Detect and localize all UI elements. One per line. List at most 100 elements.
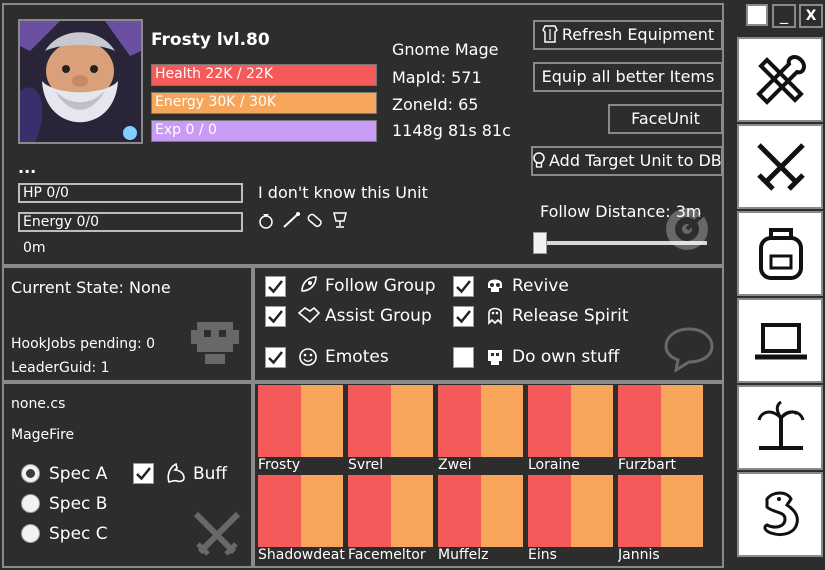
party-member-energy [571,385,613,457]
party-member-tile[interactable]: Facemeltor [348,475,433,563]
party-member-tile[interactable]: Eins [528,475,613,563]
party-member-energy [661,475,703,547]
buff-label: Buff [193,464,228,484]
nav-travel-button[interactable] [737,385,823,470]
refresh-equipment-label: Refresh Equipment [561,25,715,44]
release-spirit-checkbox[interactable] [453,306,474,327]
party-member-name: Zwei [438,457,472,473]
party-member-tile[interactable]: Muffelz [438,475,523,563]
party-member-health [348,385,391,457]
party-member-health [618,475,661,547]
rocket-icon [298,275,318,299]
exp-bar-track: Exp 0 / 0 [151,120,377,142]
health-bar-track: Health 22K / 22K [151,64,377,86]
buff-checkbox[interactable] [133,463,154,484]
assist-group-checkbox[interactable] [265,306,286,327]
equip-better-items-button[interactable]: Equip all better Items [533,62,723,92]
window-restore-button[interactable] [746,4,768,26]
crossed-swords-icon [757,143,805,191]
party-member-health [528,475,571,547]
ghost-icon [485,305,505,329]
robot-icon [485,346,505,370]
party-member-energy [301,385,343,457]
slider-thumb[interactable] [533,232,547,254]
combat-file: none.cs [11,396,66,412]
nav-computer-button[interactable] [737,298,823,383]
nav-combat-button[interactable] [737,124,823,209]
target-icons [258,210,358,230]
class-race: Gnome Mage [392,40,499,59]
nav-inventory-button[interactable] [737,211,823,296]
party-member-tile[interactable]: Shadowdeath [258,475,346,563]
zone-id: ZoneId: 65 [392,95,479,114]
party-member-tile[interactable]: Svrel [348,385,433,473]
party-member-tile[interactable]: Furzbart [618,385,703,473]
add-target-label: Add Target Unit to DB [549,151,722,170]
emotes-label: Emotes [325,347,389,367]
map-id: MapId: 571 [392,68,482,87]
party-member-health [348,475,391,547]
bandage-icon [307,213,322,228]
revive-label: Revive [512,276,569,296]
target-distance: 0m [23,240,46,256]
party-member-tile[interactable]: Zwei [438,385,523,473]
target-name: ... [18,158,37,177]
party-member-energy [391,385,433,457]
palm-tree-icon [757,400,805,450]
chat-bubble-watermark-icon [664,326,714,376]
party-member-tile[interactable]: Loraine [528,385,613,473]
face-unit-button[interactable]: FaceUnit [608,104,723,134]
emote-face-icon [298,346,318,370]
hookjobs-pending: HookJobs pending: 0 [11,336,156,352]
release-spirit-label: Release Spirit [512,306,629,326]
exp-bar: Exp 0 / 0 [152,121,376,141]
spec-b-radio[interactable] [21,494,40,513]
party-member-energy [391,475,433,547]
follow-group-label: Follow Group [325,276,436,296]
lightbulb-icon [533,151,545,177]
emotes-checkbox[interactable] [265,347,286,368]
party-member-health [258,475,301,547]
spec-c-radio[interactable] [21,524,40,543]
party-member-tile[interactable]: Frosty [258,385,343,473]
party-member-tile[interactable]: Jannis [618,475,703,563]
party-member-energy [661,385,703,457]
tools-icon [756,55,806,105]
window-close-button[interactable]: X [799,4,823,28]
party-member-health [528,385,571,457]
follow-group-checkbox[interactable] [265,276,286,297]
party-member-name: Muffelz [438,547,489,563]
spec-a-label: Spec A [49,464,108,484]
current-state: Current State: None [11,278,171,297]
robot-watermark-icon [191,316,239,372]
combat-profile: MageFire [11,427,75,443]
party-member-name: Furzbart [618,457,676,473]
target-energy-bar: Energy 0/0 [18,212,243,232]
dragon-icon [763,491,799,537]
exp-bar-label: Exp 0 / 0 [155,122,217,138]
target-status: I don't know this Unit [258,183,428,202]
wand-icon [283,212,300,228]
nav-monsters-button[interactable] [737,472,823,557]
gold-amount: 1148g 81s 81c [392,121,511,140]
add-target-button[interactable]: Add Target Unit to DB [531,146,723,176]
skull-icon [485,275,505,299]
nav-tools-button[interactable] [737,37,823,122]
party-member-energy [481,475,523,547]
party-member-energy [481,385,523,457]
do-own-stuff-checkbox[interactable] [453,347,474,368]
window-minimize-button[interactable]: _ [772,4,796,28]
laptop-icon [755,323,807,360]
revive-checkbox[interactable] [453,276,474,297]
target-watermark-icon [664,206,710,256]
assist-group-label: Assist Group [325,306,432,326]
armor-icon [541,25,558,51]
party-member-name: Svrel [348,457,384,473]
money-bag-icon [259,214,273,229]
spec-a-radio[interactable] [21,464,40,483]
refresh-equipment-button[interactable]: Refresh Equipment [533,20,723,50]
backpack-icon [759,228,803,280]
party-member-energy [571,475,613,547]
health-bar-label: Health 22K / 22K [155,66,274,82]
party-member-name: Frosty [258,457,301,473]
